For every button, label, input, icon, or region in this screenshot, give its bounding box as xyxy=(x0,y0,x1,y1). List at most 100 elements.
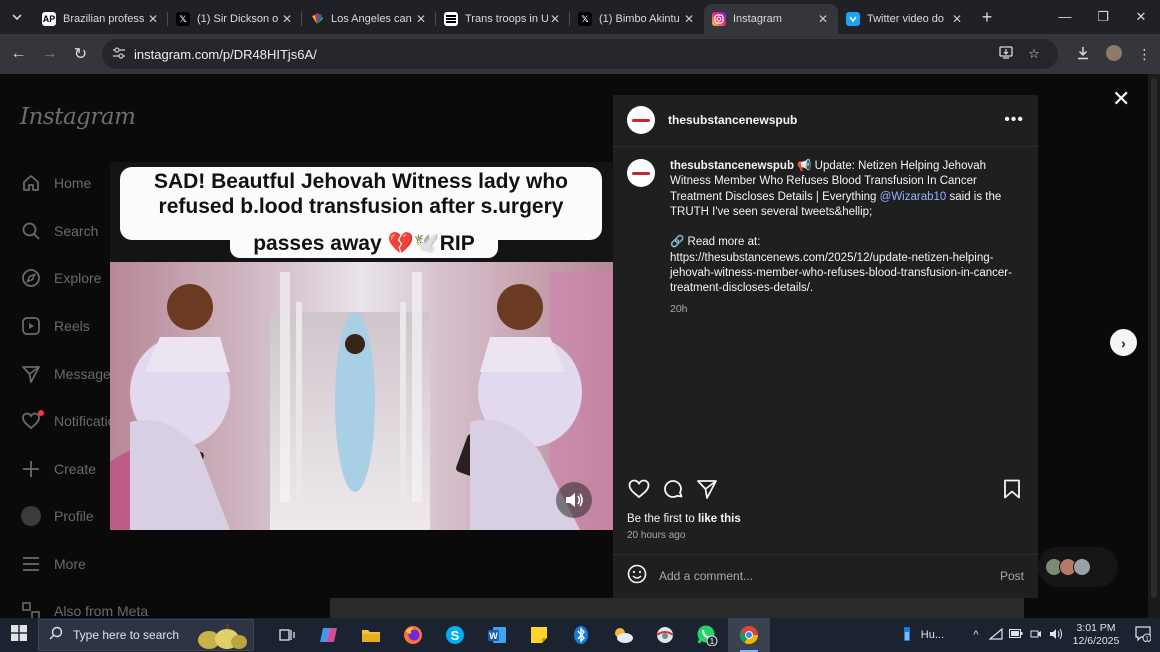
meter-icon[interactable] xyxy=(897,626,917,645)
reload-button[interactable]: ↻ xyxy=(65,44,96,64)
caption-mention-link[interactable]: @Wizarab10 xyxy=(880,191,947,203)
browser-tab[interactable]: Los Angeles can ✕ xyxy=(302,4,436,34)
likes-prefix: Be the first to xyxy=(627,513,698,525)
tab-title: Los Angeles can xyxy=(331,13,412,25)
taskbar-search-box[interactable]: Type here to search xyxy=(38,619,254,651)
restore-icon[interactable]: ❐ xyxy=(1084,9,1122,25)
forward-button[interactable]: → xyxy=(34,45,65,63)
url-text[interactable]: instagram.com/p/DR48HITjs6A/ xyxy=(134,47,317,62)
weather-icon[interactable] xyxy=(602,618,644,652)
audio-toggle-button[interactable] xyxy=(556,482,592,518)
home-icon xyxy=(20,172,42,194)
post-media[interactable]: SAD! Beautful Jehovah Witness lady who r… xyxy=(110,162,613,530)
sidebar-item-also-from-meta[interactable]: Also from Meta xyxy=(20,600,148,618)
browser-tab[interactable]: Trans troops in U ✕ xyxy=(436,4,570,34)
sidebar-item-home[interactable]: Home xyxy=(20,172,91,194)
close-tab-icon[interactable]: ✕ xyxy=(280,12,294,26)
skype-icon[interactable]: S xyxy=(434,618,476,652)
save-bookmark-icon[interactable] xyxy=(1000,477,1024,501)
meet-now-icon[interactable] xyxy=(1026,628,1046,643)
like-this-link[interactable]: like this xyxy=(698,513,741,525)
instagram-logo[interactable]: Instagram xyxy=(20,104,136,130)
file-explorer-icon[interactable] xyxy=(350,618,392,652)
next-post-button[interactable]: › xyxy=(1110,329,1137,356)
tab-search-chevron-icon[interactable] xyxy=(0,0,34,34)
like-heart-icon[interactable] xyxy=(627,477,651,501)
ap-favicon-icon: AP xyxy=(42,12,56,26)
messages-pill[interactable] xyxy=(1038,547,1118,587)
close-tab-icon[interactable]: ✕ xyxy=(146,12,160,26)
author-avatar[interactable] xyxy=(627,106,655,134)
bluetooth-icon[interactable] xyxy=(560,618,602,652)
vpn-app-icon[interactable] xyxy=(644,618,686,652)
new-tab-button[interactable]: + xyxy=(972,7,1002,28)
close-tab-icon[interactable]: ✕ xyxy=(548,12,562,26)
downloads-icon[interactable] xyxy=(1067,46,1098,63)
notification-center-icon[interactable]: 1 xyxy=(1126,625,1160,645)
menu-icon xyxy=(20,553,42,575)
sidebar-item-label: Explore xyxy=(54,270,102,286)
sidebar-item-profile[interactable]: Profile xyxy=(20,505,94,527)
browser-tab[interactable]: AP Brazilian profess ✕ xyxy=(34,4,168,34)
minimize-icon[interactable]: — xyxy=(1046,9,1084,25)
browser-tab[interactable]: 𝕏 (1) Bimbo Akintu ✕ xyxy=(570,4,704,34)
sidebar-item-explore[interactable]: Explore xyxy=(20,267,101,289)
sidebar-item-search[interactable]: Search xyxy=(20,220,98,242)
close-tab-icon[interactable]: ✕ xyxy=(950,12,964,26)
comment-input[interactable]: Add a comment... xyxy=(659,569,753,583)
battery-icon[interactable] xyxy=(1006,629,1026,641)
windows-taskbar: Type here to search S W 1 Hu... ^ 3:01 P… xyxy=(0,618,1160,652)
chrome-icon[interactable] xyxy=(728,618,770,652)
emoji-icon[interactable] xyxy=(627,564,647,589)
sidebar-item-messages[interactable]: Messages xyxy=(20,363,118,385)
browser-menu-icon[interactable]: ⋮ xyxy=(1129,46,1160,63)
windows-start-button[interactable] xyxy=(0,624,38,646)
sidebar-item-create[interactable]: Create xyxy=(20,458,96,480)
task-view-icon[interactable] xyxy=(266,618,308,652)
network-icon[interactable] xyxy=(986,627,1006,643)
browser-tab[interactable]: 𝕏 (1) Sir Dickson o ✕ xyxy=(168,4,302,34)
close-tab-icon[interactable]: ✕ xyxy=(414,12,428,26)
back-button[interactable]: ← xyxy=(3,45,34,63)
system-clock[interactable]: 3:01 PM 12/6/2025 xyxy=(1066,622,1126,648)
page-scrollbar[interactable] xyxy=(1148,74,1160,618)
pears-illustration-icon xyxy=(198,623,247,649)
sidebar-item-more[interactable]: More xyxy=(20,553,86,575)
profile-avatar-icon[interactable] xyxy=(1098,44,1129,64)
site-settings-icon[interactable] xyxy=(112,46,132,62)
address-bar[interactable]: instagram.com/p/DR48HITjs6A/ ☆ xyxy=(102,39,1058,69)
whatsapp-icon[interactable]: 1 xyxy=(686,618,728,652)
avatar xyxy=(20,505,42,527)
browser-tab[interactable]: Twitter video do ✕ xyxy=(838,4,972,34)
install-app-icon[interactable] xyxy=(992,46,1020,62)
browser-tab-active[interactable]: Instagram ✕ xyxy=(704,4,838,34)
comment-icon[interactable] xyxy=(661,477,685,501)
post-comment-button[interactable]: Post xyxy=(1000,569,1024,583)
sidebar-item-label: Reels xyxy=(54,318,90,334)
tray-app-label[interactable]: Hu... xyxy=(921,629,944,641)
meta-icon xyxy=(20,600,42,618)
article-link-text: https://thesubstancenews.com/2025/12/upd… xyxy=(670,251,1012,295)
caption-timestamp[interactable]: 20h xyxy=(670,302,1015,317)
show-hidden-icons-icon[interactable]: ^ xyxy=(966,629,986,641)
sticky-notes-icon[interactable] xyxy=(518,618,560,652)
comment-composer: Add a comment... Post xyxy=(627,564,1024,588)
search-icon xyxy=(20,220,42,242)
messages-icon xyxy=(20,363,42,385)
close-post-icon[interactable]: ✕ xyxy=(1112,86,1130,112)
bookmark-star-icon[interactable]: ☆ xyxy=(1020,46,1048,62)
share-icon[interactable] xyxy=(695,477,719,501)
firefox-icon[interactable] xyxy=(392,618,434,652)
close-tab-icon[interactable]: ✕ xyxy=(682,12,696,26)
more-options-icon[interactable]: ••• xyxy=(1004,111,1024,129)
close-window-icon[interactable]: ✕ xyxy=(1122,9,1160,25)
close-tab-icon[interactable]: ✕ xyxy=(816,12,830,26)
copilot-icon[interactable] xyxy=(308,618,350,652)
caption-username[interactable]: thesubstancenewspub xyxy=(670,160,794,172)
author-username[interactable]: thesubstancenewspub xyxy=(668,113,797,127)
caption-author-avatar[interactable] xyxy=(627,159,655,187)
svg-text:S: S xyxy=(451,628,460,643)
volume-icon[interactable] xyxy=(1046,628,1066,643)
sidebar-item-reels[interactable]: Reels xyxy=(20,315,90,337)
word-icon[interactable]: W xyxy=(476,618,518,652)
